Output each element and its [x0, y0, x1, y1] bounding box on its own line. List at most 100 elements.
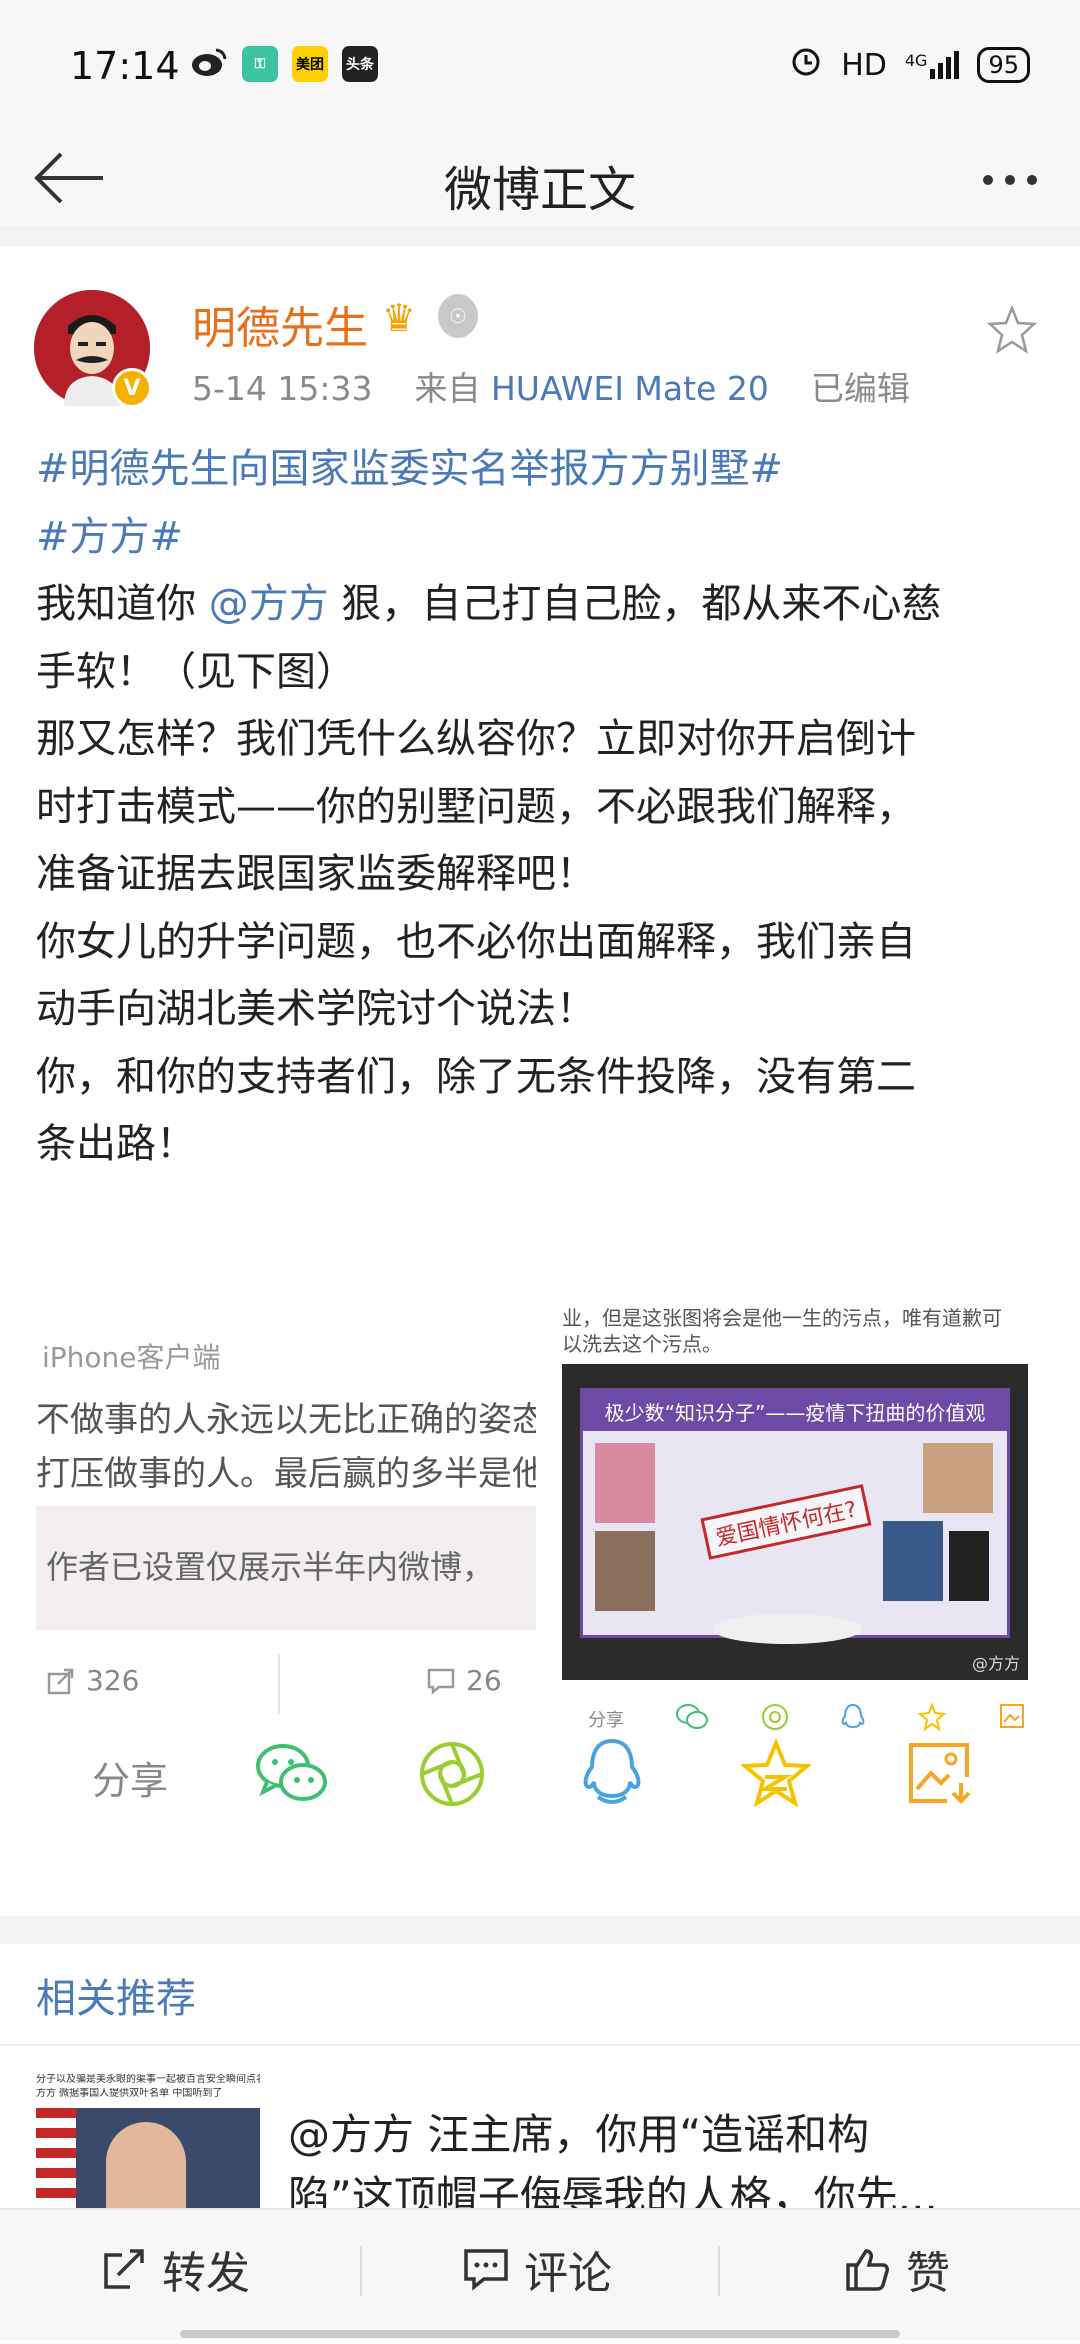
repost-count: 326	[86, 1664, 140, 1697]
share-qq-button[interactable]	[572, 1734, 652, 1814]
image-watermark: @方方	[971, 1654, 1020, 1673]
video-frame: 极少数“知识分子”——疫情下扭曲的价值观 爱国情怀何在? @方方	[562, 1364, 1028, 1680]
share-qzone-button[interactable]	[736, 1734, 816, 1814]
post-line: 那又怎样？我们凭什么纵容你？立即对你开启倒计	[36, 716, 916, 762]
restricted-text: 作者已设置仅展示半年内微博，	[46, 1548, 495, 1586]
slide-panel: 极少数“知识分子”——疫情下扭曲的价值观 爱国情怀何在?	[580, 1388, 1010, 1638]
topic-link[interactable]: #明德先生向国家监委实名举报方方别墅#	[36, 436, 1046, 504]
more-options-button[interactable]	[970, 140, 1050, 220]
image-caption: 以洗去这个污点。	[562, 1332, 722, 1356]
timestamp: 5-14 15:33	[192, 369, 373, 408]
star-icon	[986, 304, 1038, 354]
image-stats: 326 26	[36, 1644, 536, 1724]
slide-photo	[883, 1521, 943, 1601]
thumbs-up-icon	[846, 2249, 889, 2291]
comment-button[interactable]: 评论	[462, 2234, 612, 2304]
post-line: 你，和你的支持者们，除了无条件投降，没有第二	[36, 1053, 916, 1100]
slide-photo	[595, 1443, 655, 1523]
post-text-segment: 狠，自己打自己脸，都从来不心慈	[328, 581, 942, 627]
post-meta: 5-14 15:33 来自 HUAWEI Mate 20 已编辑	[192, 362, 910, 410]
flag-shape	[36, 2108, 76, 2224]
image-caption: 业，但是这张图将会是他一生的污点，唯有道歉可	[562, 1306, 1002, 1330]
share-save-image-button[interactable]	[900, 1734, 980, 1814]
from-label: 来自	[414, 369, 481, 408]
like-button[interactable]: 赞	[844, 2234, 950, 2304]
post-line: 条出路！	[36, 1121, 196, 1167]
related-title: 相关推荐	[36, 1976, 196, 2022]
repost-icon	[47, 1668, 74, 1694]
comment-count: 26	[466, 1664, 502, 1697]
meituan-icon: 美团	[292, 46, 328, 82]
medal-icon[interactable]: ☉	[438, 294, 478, 338]
key-app-icon: ⚿	[242, 46, 278, 82]
share-wechat-button[interactable]	[252, 1734, 332, 1814]
share-row: 分享	[0, 1714, 1080, 1834]
thumb-caption: 方方 微据事国人提供双叶名单 中国听到了	[36, 2088, 223, 2099]
crown-icon[interactable]: ♛	[382, 296, 416, 340]
post-line: 手软！（见下图）	[36, 648, 356, 695]
repost-icon	[104, 2249, 144, 2289]
username[interactable]: 明德先生	[192, 292, 368, 356]
post-line: 我知道你 @方方 狠，自己打自己脸，都从来不心慈	[36, 571, 1046, 639]
wechat-icon	[256, 1744, 327, 1801]
post-line: 时打击模式——你的别墅问题，不必跟我们解释，	[36, 783, 916, 830]
gesture-bar[interactable]	[180, 2330, 900, 2338]
divider	[360, 2246, 362, 2296]
thumb-photo	[36, 2108, 260, 2224]
image-comment-count: 26	[426, 1664, 502, 1697]
person-shape	[106, 2122, 186, 2218]
divider	[0, 2044, 1080, 2046]
related-thumbnail[interactable]: 分子以及骗是美永眼的渠事一起被百言安全瞬间点名 方方 微据事国人提供双叶名单 中…	[36, 2074, 260, 2224]
comment-icon	[464, 2249, 508, 2291]
status-bar: 17:14 ⚿ 美团 头条 HD 4G 95	[0, 0, 1080, 130]
toutiao-icon: 头条	[342, 46, 378, 82]
image-repost-count: 326	[46, 1664, 139, 1697]
divider	[718, 2246, 720, 2296]
device-name[interactable]: HUAWEI Mate 20	[491, 369, 769, 408]
save-image-icon	[909, 1743, 971, 1804]
image-client-text: iPhone客户端	[42, 1341, 221, 1374]
comment-icon	[427, 1668, 455, 1695]
post-line: 你女儿的升学问题，也不必你出面解释，我们亲自	[36, 918, 916, 965]
qq-icon	[583, 1738, 641, 1804]
related-text-segment: 汪主席，你用“造谣和构	[414, 2110, 870, 2159]
qzone-icon	[741, 1739, 811, 1808]
status-app-icons: ⚿ 美团 头条	[190, 46, 378, 82]
desk-shape	[712, 1614, 862, 1644]
slide-photo	[949, 1531, 989, 1601]
page-title: 微博正文	[443, 162, 636, 218]
post-body: #明德先生向国家监委实名举报方方别墅# #方方# 我知道你 @方方 狠，自己打自…	[36, 436, 1046, 1179]
slide-photo	[595, 1531, 655, 1611]
weibo-icon	[190, 46, 228, 82]
share-moments-button[interactable]	[412, 1734, 492, 1814]
image-text-line: 打压做事的人。最后赢的多半是他	[36, 1454, 536, 1494]
hd-label: HD	[841, 47, 887, 83]
related-line-1: @方方 汪主席，你用“造谣和构	[288, 2104, 1048, 2166]
comment-label: 评论	[524, 2248, 612, 2299]
thumb-caption: 分子以及骗是美永眼的渠事一起被百言安全瞬间点名	[36, 2074, 260, 2085]
mention-link[interactable]: @方方	[209, 581, 329, 627]
repost-button[interactable]: 转发	[100, 2234, 250, 2304]
nav-bar: 微博正文	[0, 130, 1080, 226]
repost-label: 转发	[162, 2248, 250, 2299]
like-label: 赞	[906, 2248, 950, 2299]
slide-stamp: 爱国情怀何在?	[700, 1484, 872, 1560]
battery-indicator: 95	[977, 47, 1030, 83]
post-line: 动手向湖北美术学院讨个说法！	[36, 986, 596, 1032]
topic-link[interactable]: #方方#	[36, 504, 1046, 572]
post-line: 准备证据去跟国家监委解释吧！	[36, 851, 596, 897]
status-right: HD 4G 95	[789, 44, 1030, 86]
share-label: 分享	[92, 1759, 169, 1803]
image-text-line: 不做事的人永远以无比正确的姿态	[36, 1400, 536, 1440]
post-card: V 明德先生 ♛ ☉ 5-14 15:33 来自 HUAWEI Mate 20 …	[0, 246, 1080, 1916]
status-time: 17:14	[70, 44, 180, 88]
divider	[278, 1654, 280, 1714]
image-restricted-notice: 作者已设置仅展示半年内微博，	[36, 1506, 536, 1630]
slide-title: 极少数“知识分子”——疫情下扭曲的价值观	[583, 1391, 1007, 1431]
verified-badge-icon: V	[112, 368, 152, 408]
slide-photo	[923, 1443, 993, 1513]
favorite-button[interactable]	[982, 300, 1042, 360]
edited-label[interactable]: 已编辑	[811, 369, 910, 408]
mention-link[interactable]: @方方	[288, 2110, 414, 2159]
signal-icon: 4G	[905, 51, 960, 79]
